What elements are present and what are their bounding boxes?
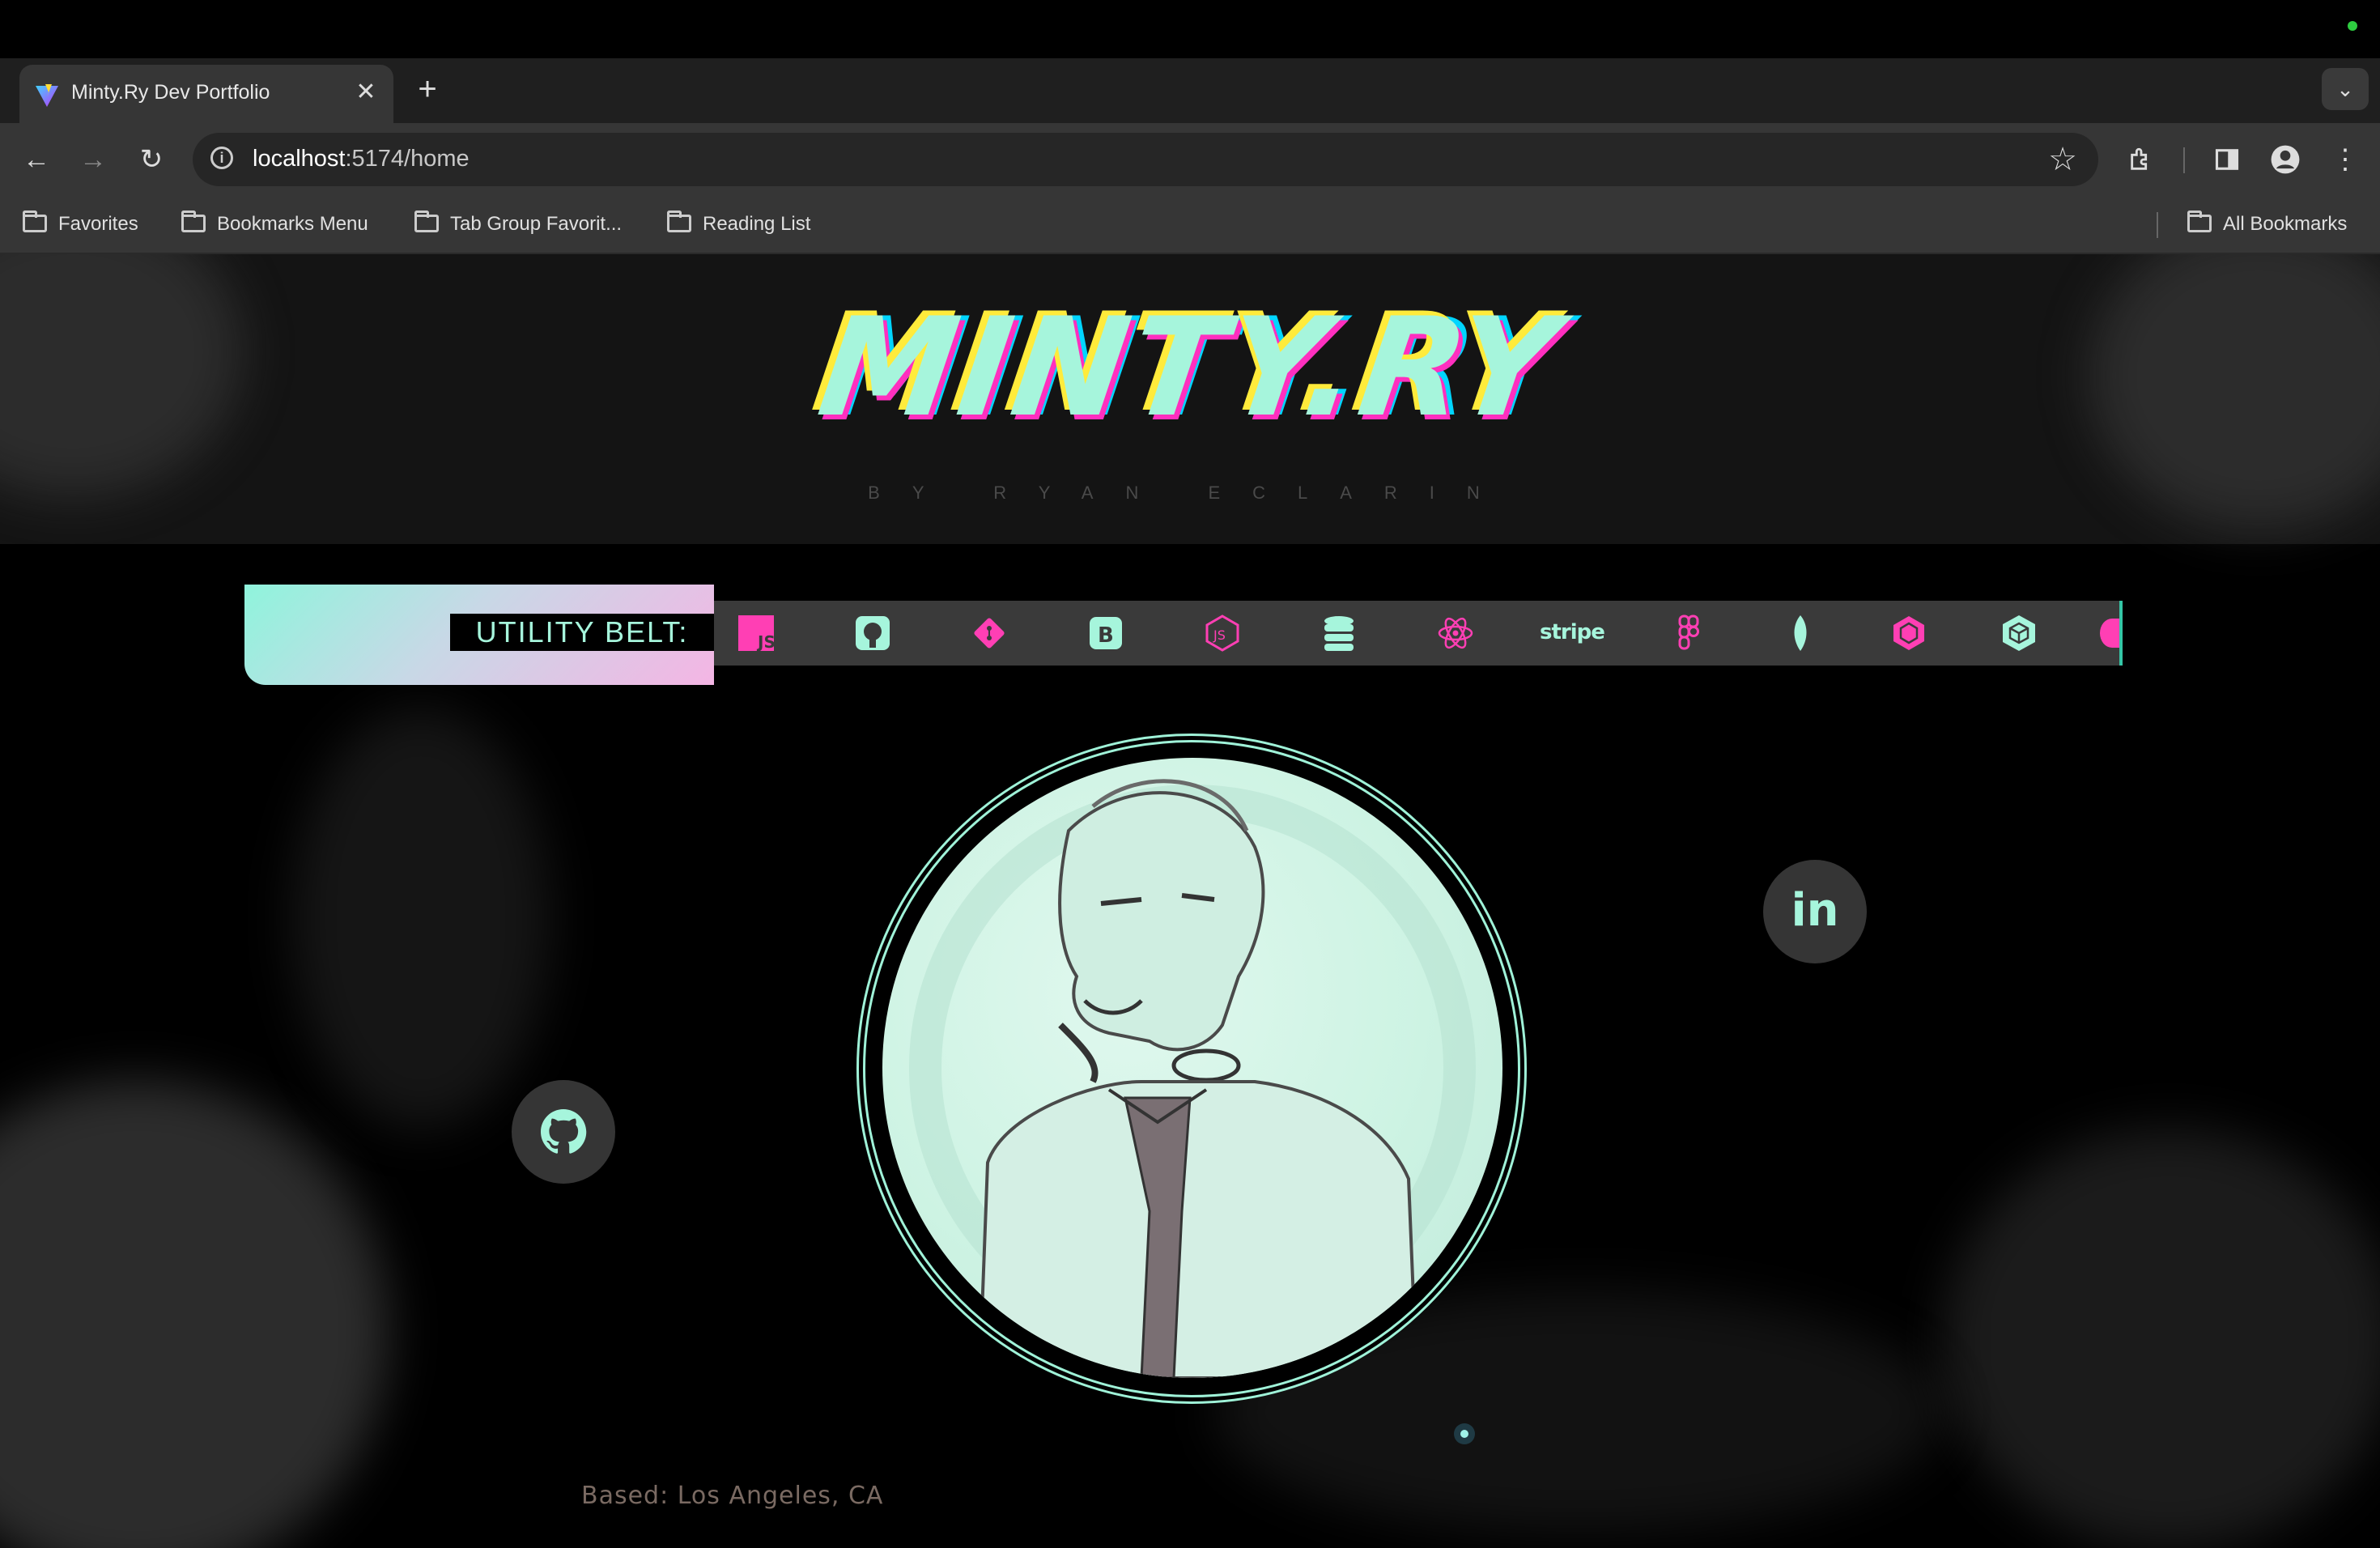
system-menubar [0, 0, 2380, 58]
back-arrow-icon[interactable]: ← [16, 139, 57, 180]
browser-menu-icon[interactable]: ⋮ [2325, 139, 2365, 180]
partial-tool-icon[interactable] [2100, 619, 2119, 648]
bookmark-favorites[interactable]: Favorites [23, 211, 138, 238]
figma-icon[interactable] [1669, 614, 1708, 653]
linkedin-link-button[interactable]: in [1763, 860, 1867, 963]
bookmark-tab-group-favorites[interactable]: Tab Group Favorit... [414, 211, 622, 238]
bookmarks-bar: Favorites Bookmarks Menu Tab Group Favor… [0, 196, 2380, 254]
profile-avatar-icon[interactable] [2265, 139, 2306, 180]
linkedin-icon: in [1791, 884, 1839, 937]
portfolio-page: MINTY.RY BY RYAN ECLARIN UTILITY BELT: J… [0, 254, 2380, 1548]
url-text[interactable]: localhost:5174/home [253, 146, 470, 172]
smoke-decoration [1943, 1129, 2380, 1548]
codesandbox-icon[interactable] [1889, 614, 1928, 653]
address-bar[interactable]: i localhost:5174/home ☆ [193, 133, 2098, 186]
utility-belt-label-panel: UTILITY BELT: [244, 585, 714, 685]
react-icon[interactable] [1436, 614, 1475, 653]
folder-icon [181, 211, 206, 232]
bookmark-star-icon[interactable]: ☆ [2048, 141, 2077, 178]
webpack-icon[interactable] [2000, 614, 2038, 653]
portrait-illustration-icon [909, 779, 1476, 1378]
folder-icon [414, 211, 439, 232]
side-panel-icon[interactable] [2207, 139, 2247, 180]
svg-text:JS: JS [756, 632, 776, 652]
git-icon[interactable] [970, 614, 1009, 653]
cursor-follower-dot [1454, 1423, 1475, 1444]
svg-text:B: B [1098, 623, 1114, 648]
new-tab-button[interactable]: + [411, 73, 444, 105]
svg-text:JS: JS [1213, 627, 1226, 643]
smoke-decoration [0, 1080, 389, 1548]
location-text: Based: Los Angeles, CA [581, 1482, 884, 1510]
utility-belt-label: UTILITY BELT: [450, 614, 714, 651]
utility-belt-strip: JS B JS stripe [714, 601, 2123, 666]
tab-active[interactable]: Minty.Ry Dev Portfolio ✕ [19, 65, 393, 123]
github-link-button[interactable] [512, 1080, 615, 1184]
profile-portrait [882, 758, 1502, 1378]
toolbar-divider [2183, 147, 2185, 173]
tab-search-chevron-icon[interactable]: ⌄ [2322, 68, 2369, 110]
nodejs-icon[interactable]: JS [1203, 614, 1242, 653]
javascript-icon[interactable]: JS [737, 614, 776, 653]
extensions-puzzle-icon[interactable] [2121, 139, 2161, 180]
vite-favicon-icon [36, 84, 58, 107]
site-logo[interactable]: MINTY.RY [0, 288, 2380, 447]
byline: BY RYAN ECLARIN [868, 483, 1512, 503]
bookmarks-divider [2157, 212, 2158, 238]
folder-icon [2187, 211, 2212, 232]
github-icon[interactable] [853, 614, 892, 653]
forward-arrow-icon[interactable]: → [73, 139, 113, 180]
github-icon [541, 1109, 587, 1154]
reload-icon[interactable]: ↻ [131, 139, 172, 180]
browser-toolbar: ← → ↻ i localhost:5174/home ☆ ⋮ [0, 123, 2380, 196]
database-icon[interactable] [1320, 614, 1358, 653]
smoke-decoration [291, 708, 550, 1129]
folder-icon [23, 211, 47, 232]
bookmark-bookmarks-menu[interactable]: Bookmarks Menu [181, 211, 368, 238]
folder-icon [667, 211, 691, 232]
tab-strip: Minty.Ry Dev Portfolio ✕ + ⌄ [0, 58, 2380, 123]
close-tab-icon[interactable]: ✕ [351, 78, 380, 107]
tab-title: Minty.Ry Dev Portfolio [71, 81, 270, 104]
bookmark-all-bookmarks[interactable]: All Bookmarks [2187, 211, 2347, 238]
site-info-icon[interactable]: i [210, 147, 233, 169]
bookmark-reading-list[interactable]: Reading List [667, 211, 810, 238]
bootstrap-icon[interactable]: B [1086, 614, 1125, 653]
stripe-icon[interactable]: stripe [1540, 620, 1613, 659]
mongodb-icon[interactable] [1781, 614, 1820, 653]
status-indicator [2348, 21, 2357, 31]
